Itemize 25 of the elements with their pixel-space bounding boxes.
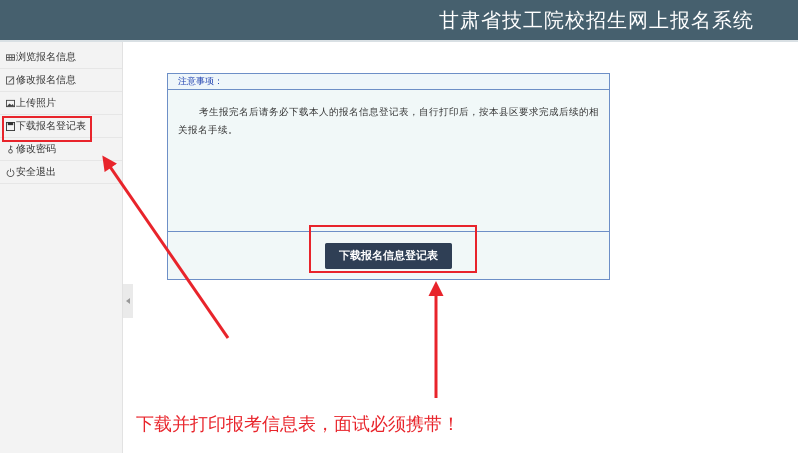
item-label: 修改报名信息 <box>16 74 76 87</box>
sidebar-item[interactable]: 上传照片 <box>0 92 122 115</box>
notice-text: 考生报完名后请务必下载本人的报名信息登记表，自行打印后，按本县区要求完成后续的相关报名手续。 <box>178 106 599 138</box>
item-label: 下载报名登记表 <box>16 120 86 133</box>
key-icon <box>6 144 15 154</box>
caret-icon <box>126 298 130 304</box>
notice-heading: 注意事项： <box>178 76 223 88</box>
sidebar-item[interactable]: 修改密码 <box>0 138 122 161</box>
image-icon <box>6 98 15 108</box>
item-label: 浏览报名信息 <box>16 50 76 64</box>
collapse-handle[interactable] <box>123 284 133 318</box>
sidebar-item[interactable]: 下载报名登记表 <box>0 115 122 138</box>
edit-icon <box>6 76 15 84</box>
sidebar-item[interactable]: 浏览报名信息 <box>0 46 122 69</box>
sidebar-item[interactable]: 修改报名信息 <box>0 69 122 92</box>
annotation-caption: 下载并打印报考信息表，面试必须携带！ <box>136 413 460 436</box>
item-label: 安全退出 <box>16 166 56 179</box>
download-button[interactable]: 下载报名信息登记表 <box>325 242 452 268</box>
grid-icon <box>6 52 15 62</box>
item-label: 上传照片 <box>16 96 56 110</box>
sidebar-item[interactable]: 安全退出 <box>0 161 122 184</box>
system-title: 甘肃省技工院校招生网上报名系统 <box>439 6 754 34</box>
power-icon <box>6 168 15 176</box>
save-icon <box>6 122 15 130</box>
item-label: 修改密码 <box>16 142 56 156</box>
